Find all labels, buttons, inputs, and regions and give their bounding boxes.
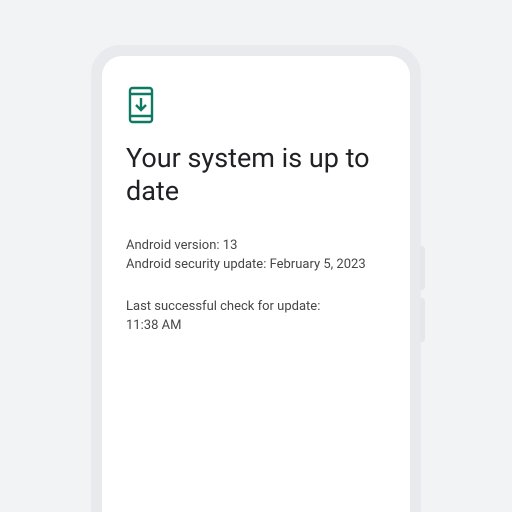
version-info-block: Android version13 Android security updat… xyxy=(126,236,386,275)
last-check-label: Last successful check for update: xyxy=(126,297,386,317)
security-update-value: February 5, 2023 xyxy=(270,257,366,272)
system-update-icon xyxy=(126,86,386,124)
android-version-value: 13 xyxy=(223,238,238,253)
side-button-bottom xyxy=(420,298,425,342)
android-version-row: Android version13 xyxy=(126,236,386,256)
phone-frame: Your system is up to date Android versio… xyxy=(92,46,420,512)
android-version-label: Android version xyxy=(126,238,223,253)
last-check-block: Last successful check for update: 11:38 … xyxy=(126,297,386,336)
security-update-label: Android security update xyxy=(126,257,270,272)
screen: Your system is up to date Android versio… xyxy=(102,56,410,512)
security-update-row: Android security updateFebruary 5, 2023 xyxy=(126,255,386,275)
page-title: Your system is up to date xyxy=(126,142,386,208)
side-button-top xyxy=(420,246,425,290)
last-check-value: 11:38 AM xyxy=(126,316,386,336)
